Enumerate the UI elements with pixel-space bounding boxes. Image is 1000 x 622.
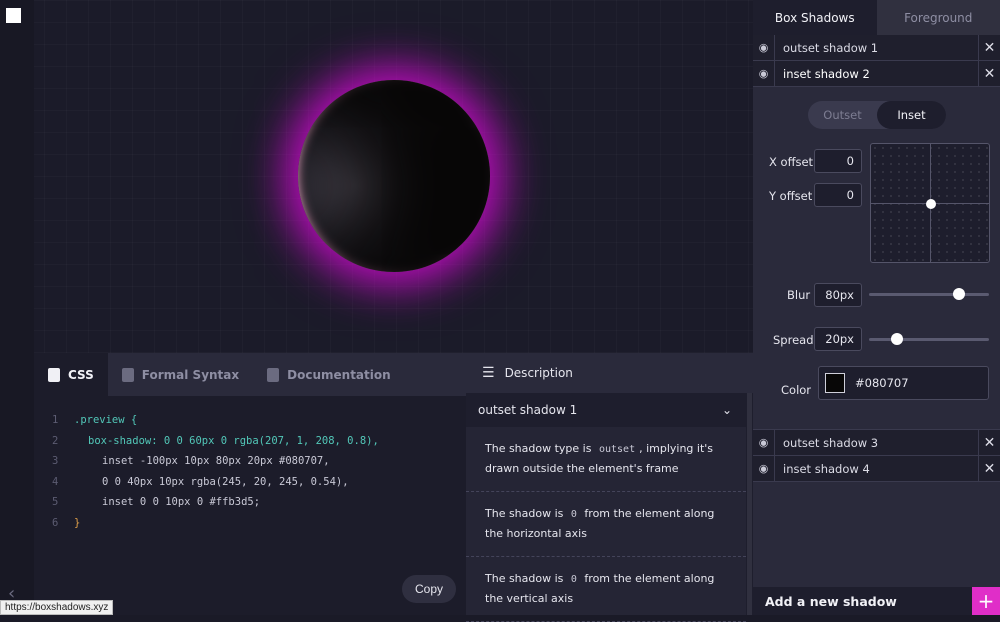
eye-icon[interactable]: ◉ <box>753 35 775 60</box>
shadow-type-toggle[interactable]: Outset Inset <box>808 101 946 129</box>
color-swatch[interactable] <box>825 373 845 393</box>
shadow-row[interactable]: ◉ outset shadow 1 ✕ <box>753 35 1000 61</box>
add-shadow-button[interactable]: + <box>972 587 1000 615</box>
code-line: 2box-shadow: 0 0 60px 0 rgba(207, 1, 208… <box>52 431 466 452</box>
color-label: Color <box>781 383 811 397</box>
shadow-settings-panel: Box Shadows Foreground ◉ outset shadow 1… <box>753 0 1000 615</box>
x-offset-label: X offset <box>769 155 813 169</box>
blur-input[interactable]: 80px <box>814 283 862 307</box>
description-list: The shadow type is outset, implying it's… <box>466 427 746 622</box>
blur-label: Blur <box>787 288 810 302</box>
list-icon: ☰ <box>482 365 495 381</box>
left-gutter <box>0 0 34 615</box>
toggle-inset[interactable]: Inset <box>877 101 946 129</box>
close-icon[interactable]: ✕ <box>978 35 1000 60</box>
shadow-row[interactable]: ◉ inset shadow 4 ✕ <box>753 456 1000 482</box>
description-item: The shadow type is outset, implying it's… <box>466 427 746 492</box>
color-picker[interactable]: #080707 <box>818 366 989 400</box>
toggle-outset[interactable]: Outset <box>808 101 877 129</box>
css3-icon <box>48 368 60 382</box>
close-icon[interactable]: ✕ <box>978 430 1000 455</box>
shadow-select[interactable]: outset shadow 1 ⌄ <box>466 393 746 427</box>
app-logo[interactable] <box>6 8 24 28</box>
spread-input[interactable]: 20px <box>814 327 862 351</box>
description-header: ☰ Description <box>466 353 753 393</box>
shadow-row[interactable]: ◉ inset shadow 2 ✕ <box>753 61 1000 87</box>
description-panel: ☰ Description outset shadow 1 ⌄ The shad… <box>466 353 753 615</box>
panel-tabs: Box Shadows Foreground <box>753 0 1000 35</box>
eye-icon[interactable]: ◉ <box>753 456 775 481</box>
offset-handle[interactable] <box>926 199 936 209</box>
add-shadow-label: Add a new shadow <box>753 594 897 609</box>
code-panel: CSS Formal Syntax Documentation 1.previe… <box>34 353 466 615</box>
code-line: 5inset 0 0 10px 0 #ffb3d5; <box>52 492 466 513</box>
x-offset-input[interactable]: 0 <box>814 149 862 173</box>
code-line: 6} <box>52 513 466 534</box>
spread-slider-knob[interactable] <box>891 333 903 345</box>
tab-formal-syntax[interactable]: Formal Syntax <box>108 353 253 396</box>
tab-documentation[interactable]: Documentation <box>253 353 405 396</box>
tab-foreground[interactable]: Foreground <box>877 0 1000 35</box>
code-line: 1.preview { <box>52 410 466 431</box>
code-line: 40 0 40px 10px rgba(245, 20, 245, 0.54), <box>52 472 466 493</box>
close-icon[interactable]: ✕ <box>978 456 1000 481</box>
spread-slider[interactable] <box>869 338 989 341</box>
eye-icon[interactable]: ◉ <box>753 430 775 455</box>
chevron-down-icon: ⌄ <box>722 403 732 417</box>
tab-box-shadows[interactable]: Box Shadows <box>753 0 877 35</box>
blur-slider[interactable] <box>869 293 989 296</box>
scrollbar-thumb[interactable] <box>747 393 752 615</box>
description-item: The shadow is 0 from the element along t… <box>466 557 746 622</box>
y-offset-input[interactable]: 0 <box>814 183 862 207</box>
eye-icon[interactable]: ◉ <box>753 61 775 86</box>
description-item: The shadow is 0 from the element along t… <box>466 492 746 557</box>
copy-button[interactable]: Copy <box>402 575 456 603</box>
scrollbar[interactable] <box>746 393 753 615</box>
document-icon <box>267 368 279 382</box>
blur-slider-knob[interactable] <box>953 288 965 300</box>
add-shadow-bar[interactable]: Add a new shadow + <box>753 587 1000 615</box>
offset-pad[interactable] <box>870 143 990 263</box>
css-code[interactable]: 1.preview { 2box-shadow: 0 0 60px 0 rgba… <box>34 396 466 533</box>
spread-label: Spread <box>773 333 814 347</box>
close-icon[interactable]: ✕ <box>978 61 1000 86</box>
tab-css[interactable]: CSS <box>34 353 108 396</box>
code-line: 3inset -100px 10px 80px 20px #080707, <box>52 451 466 472</box>
shadow-editor: Outset Inset X offset 0 Y offset 0 Blur … <box>753 87 1000 430</box>
shadow-row[interactable]: ◉ outset shadow 3 ✕ <box>753 430 1000 456</box>
preview-element <box>298 80 490 272</box>
code-tabs: CSS Formal Syntax Documentation <box>34 353 466 396</box>
code-file-icon <box>122 368 134 382</box>
y-offset-label: Y offset <box>769 189 812 203</box>
status-url: https://boxshadows.xyz <box>0 600 113 615</box>
